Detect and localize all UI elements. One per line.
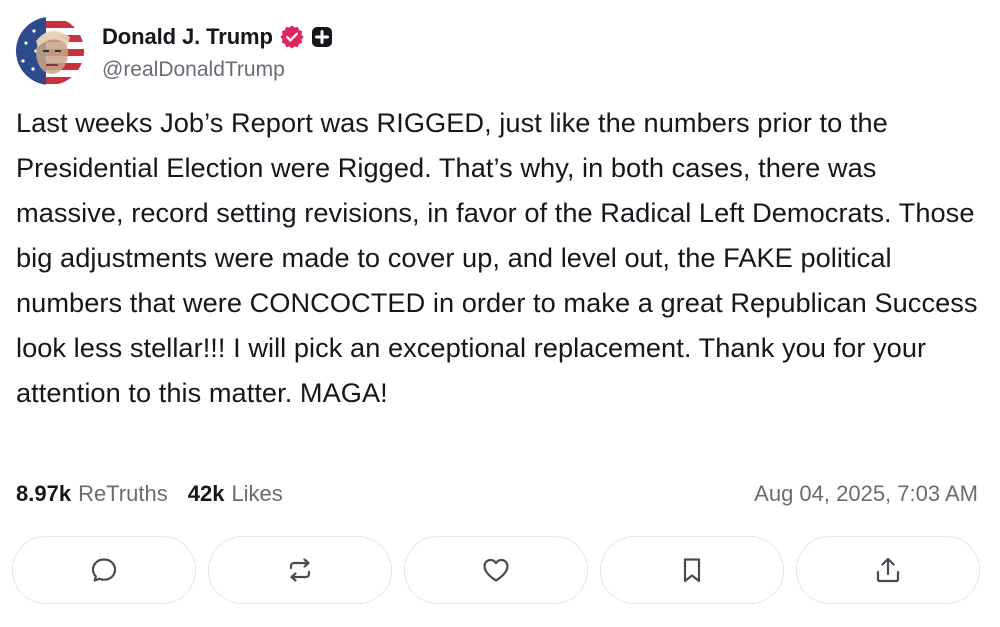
retruths-stat[interactable]: 8.97k ReTruths (16, 481, 168, 507)
like-button[interactable] (404, 536, 588, 604)
likes-label: Likes (231, 481, 283, 506)
action-bar (12, 536, 980, 608)
bookmark-icon (683, 558, 701, 583)
author-handle[interactable]: @realDonaldTrump (102, 58, 333, 82)
post-text: Last weeks Job’s Report was RIGGED, just… (16, 107, 986, 408)
share-icon (876, 557, 900, 583)
comment-icon (91, 558, 117, 582)
retruths-label: ReTruths (78, 481, 168, 506)
truth-post-card: Donald J. Trump @realDonaldTrump Last we… (0, 0, 1000, 627)
author-identity: Donald J. Trump @realDonaldTrump (102, 20, 333, 82)
post-timestamp[interactable]: Aug 04, 2025, 7:03 AM (754, 481, 978, 507)
post-header: Donald J. Trump @realDonaldTrump (16, 16, 333, 86)
author-display-name[interactable]: Donald J. Trump (102, 24, 273, 50)
heart-icon (483, 558, 509, 582)
likes-count: 42k (187, 481, 225, 506)
retruths-count: 8.97k (16, 481, 72, 506)
share-button[interactable] (796, 536, 980, 604)
verified-badge-icon (279, 24, 305, 50)
reply-button[interactable] (12, 536, 196, 604)
avatar-image (16, 17, 84, 85)
name-row: Donald J. Trump (102, 20, 333, 54)
likes-stat[interactable]: 42k Likes (188, 481, 283, 507)
retruth-button[interactable] (208, 536, 392, 604)
repost-icon (289, 558, 311, 582)
bookmark-button[interactable] (600, 536, 784, 604)
avatar[interactable] (16, 17, 84, 85)
post-stats: 8.97k ReTruths 42k Likes Aug 04, 2025, 7… (16, 476, 978, 512)
plus-badge-icon (311, 26, 333, 48)
